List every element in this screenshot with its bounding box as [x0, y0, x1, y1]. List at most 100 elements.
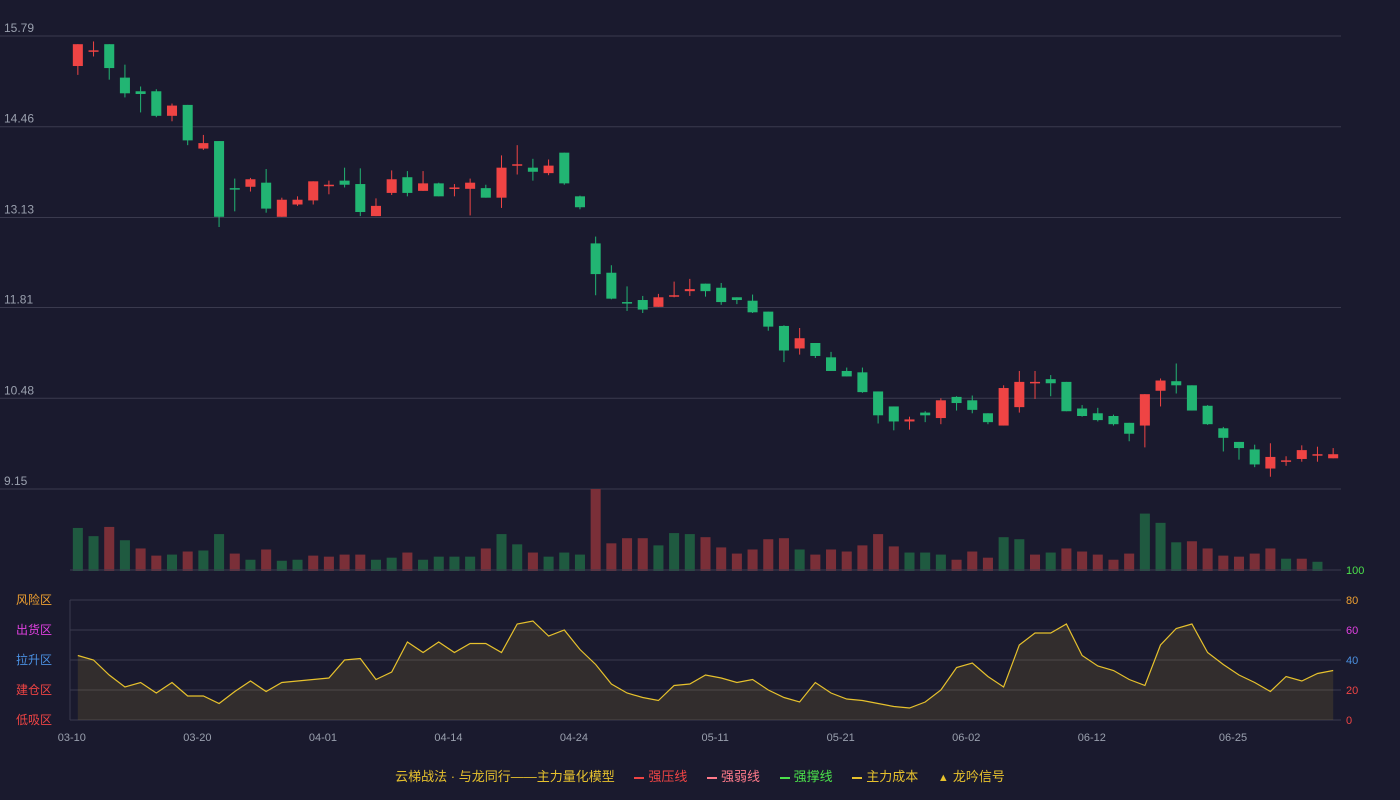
indicator-tick-label: 100 — [1346, 565, 1364, 577]
legend-item-main-cost[interactable]: 主力成本 — [852, 766, 918, 785]
volume-bar — [637, 538, 648, 571]
volume-bar — [119, 540, 130, 571]
volume-bar — [512, 544, 523, 571]
volume-bar — [323, 556, 334, 571]
candle-body — [1186, 385, 1197, 411]
legend-label: 强弱线 — [721, 769, 761, 784]
volume-bar — [778, 538, 789, 571]
volume-bar — [402, 552, 413, 571]
volume-bar — [1218, 555, 1229, 571]
volume-bar — [465, 556, 476, 571]
legend-item-dragon-signal[interactable]: ▲ 龙吟信号 — [938, 766, 1005, 785]
volume-bar — [622, 538, 633, 571]
candle-body — [512, 164, 523, 166]
volume-bar — [386, 557, 397, 571]
volume-bar — [543, 556, 554, 571]
candle-body — [982, 413, 993, 423]
volume-bar — [841, 551, 852, 571]
candle-body — [480, 188, 491, 198]
volume-bar — [166, 554, 178, 571]
candle-body — [716, 287, 727, 303]
volume-bar — [606, 543, 617, 571]
volume-bar — [700, 537, 711, 571]
volume-bar — [982, 557, 993, 571]
volume-bar — [763, 539, 774, 571]
volume-bar — [731, 553, 742, 571]
candle-body — [763, 311, 774, 327]
volume-bar — [1249, 553, 1260, 571]
volume-bar — [1265, 548, 1276, 571]
candle-body — [700, 283, 711, 292]
candle-body — [229, 188, 240, 190]
volume-bar — [1077, 551, 1088, 571]
candle-body — [559, 152, 570, 184]
indicator-tick-label: 20 — [1346, 685, 1358, 697]
indicator-tick-label: 60 — [1346, 625, 1358, 637]
candle-body — [72, 44, 83, 67]
candle-body — [166, 105, 178, 116]
date-tick-label: 04-24 — [560, 732, 588, 744]
candle-body — [998, 388, 1009, 426]
volume-bar — [920, 552, 931, 571]
cost-indicator[interactable] — [77, 620, 1334, 720]
indicator-tick-label: 80 — [1346, 595, 1358, 607]
candle-body — [1029, 381, 1041, 384]
volume-bar — [1029, 554, 1041, 571]
candle-body — [1249, 449, 1260, 465]
volume-bar — [888, 546, 899, 571]
candle-body — [1139, 394, 1150, 426]
candle-body — [527, 167, 538, 172]
candle-body — [323, 184, 334, 187]
legend-label: 龙吟信号 — [952, 769, 1005, 784]
volume-bar — [1108, 559, 1119, 571]
volume-bar — [214, 534, 225, 571]
legend-item-strong-weak[interactable]: 强弱线 — [707, 766, 760, 785]
zone-label: 拉升区 — [16, 652, 52, 667]
candle-body — [1218, 428, 1229, 438]
date-tick-label: 04-14 — [434, 732, 462, 744]
volume-bar — [1014, 539, 1025, 571]
candle-body — [590, 243, 601, 275]
volume-bar — [1124, 553, 1135, 571]
candle-body — [731, 297, 742, 301]
candle-body — [810, 343, 821, 356]
candle-body — [1077, 408, 1088, 417]
candle-body — [449, 187, 460, 189]
date-tick-label: 03-20 — [183, 732, 211, 744]
volume-bar — [480, 548, 491, 571]
volume-bar — [1045, 552, 1056, 571]
volume-bar — [182, 551, 193, 571]
price-tick-label: 11.81 — [4, 293, 33, 307]
volume-bar — [527, 552, 538, 571]
price-tick-label: 14.46 — [4, 112, 34, 126]
candlestick-series[interactable] — [72, 41, 1339, 477]
volume-bar — [1171, 542, 1182, 571]
candle-body — [935, 400, 946, 419]
legend-line-dashed-yellow-icon — [852, 776, 863, 779]
zone-label: 风险区 — [16, 592, 52, 607]
candle-body — [794, 338, 805, 349]
price-y-axis: 15.79 14.46 13.13 11.81 10.48 9.15 — [4, 21, 34, 488]
candle-body — [151, 91, 162, 116]
candle-body — [669, 295, 680, 297]
date-tick-label: 06-02 — [952, 732, 980, 744]
candle-body — [182, 104, 193, 141]
candle-body — [1296, 450, 1307, 459]
volume-bar — [559, 552, 570, 571]
legend-item-strong-support[interactable]: 强撑线 — [779, 766, 833, 785]
volume-bar — [1061, 548, 1072, 571]
zone-label: 建仓区 — [16, 683, 52, 697]
zone-label: 出货区 — [16, 622, 52, 637]
volume-bar — [716, 547, 727, 571]
candle-body — [1202, 405, 1213, 425]
volume-bar — [276, 560, 287, 571]
volume-bar — [684, 534, 695, 571]
volume-bars[interactable] — [72, 489, 1323, 571]
legend-item-strong-resist[interactable]: 强压线 — [634, 766, 687, 785]
volume-bar — [245, 559, 256, 571]
candle-body — [292, 199, 303, 205]
legend-label: 主力成本 — [866, 769, 919, 784]
legend-line-green-icon — [779, 776, 790, 779]
volume-bar — [1296, 558, 1307, 571]
candle-body — [465, 182, 476, 189]
